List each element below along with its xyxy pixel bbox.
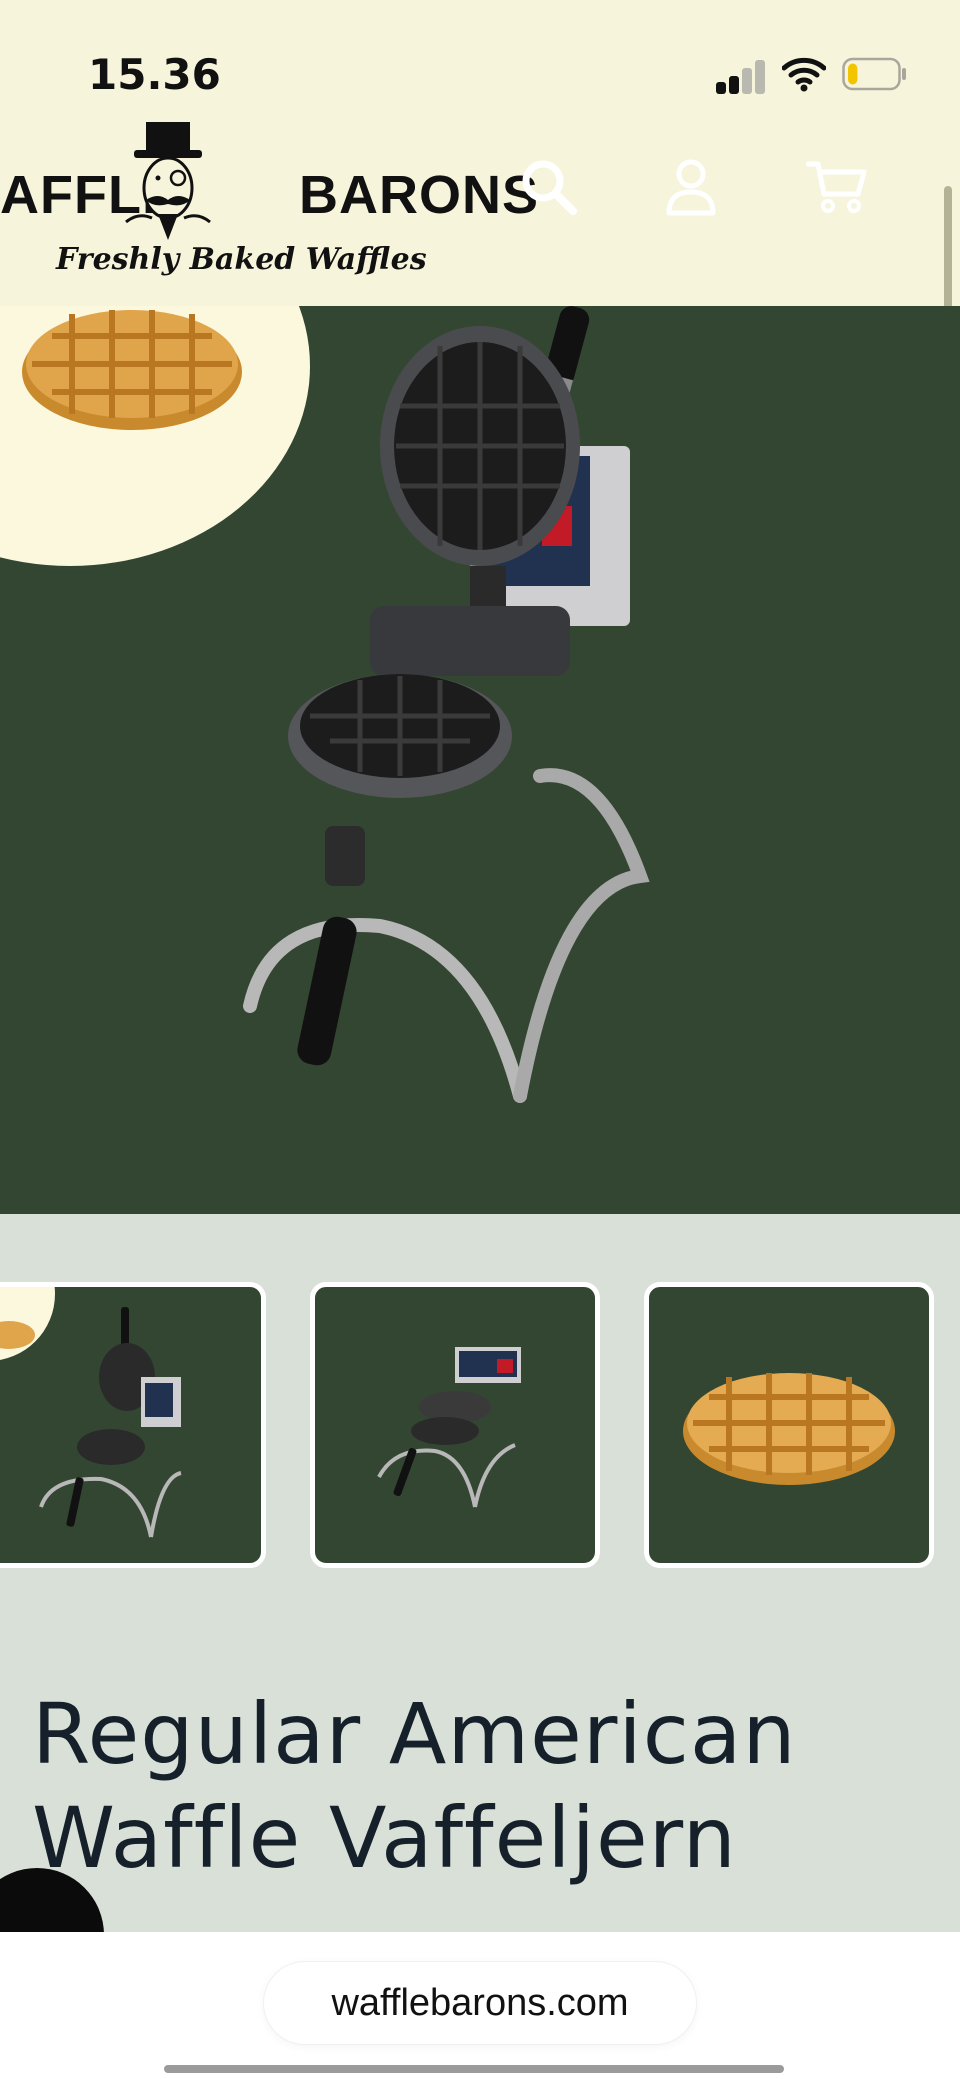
thumbnail-1[interactable]	[0, 1282, 266, 1568]
thumbnail-2[interactable]	[310, 1282, 600, 1568]
wifi-icon	[782, 57, 826, 92]
waffle-image	[683, 1373, 895, 1485]
waffle-maker-image	[243, 306, 650, 1103]
cart-icon[interactable]	[806, 158, 868, 216]
brand-name[interactable]: AFFLE BARONS	[0, 164, 539, 226]
waffle-maker-image	[39, 1307, 182, 1538]
address-bar[interactable]: wafflebarons.com	[264, 1962, 696, 2044]
home-indicator[interactable]	[164, 2065, 784, 2073]
baron-mascot-icon	[125, 122, 211, 240]
status-time: 15.36	[88, 50, 221, 99]
main-product-image[interactable]	[0, 306, 960, 1214]
account-icon[interactable]	[666, 158, 716, 216]
brand-tagline: Freshly Baked Waffles	[56, 242, 427, 277]
product-title: Regular American Waffle Vaffeljern	[32, 1685, 797, 1887]
waffle-image	[22, 310, 242, 430]
waffle-maker-image	[377, 1347, 521, 1508]
battery-icon	[842, 57, 906, 91]
product-info: Regular American Waffle Vaffeljern	[0, 1594, 960, 1932]
search-icon[interactable]	[520, 158, 578, 216]
thumbnail-3[interactable]	[644, 1282, 934, 1568]
browser-toolbar: wafflebarons.com	[0, 1932, 960, 2079]
brand-name-right: BARONS	[298, 165, 539, 225]
thumbnail-strip	[0, 1214, 960, 1594]
cellular-signal-icon	[716, 60, 766, 94]
